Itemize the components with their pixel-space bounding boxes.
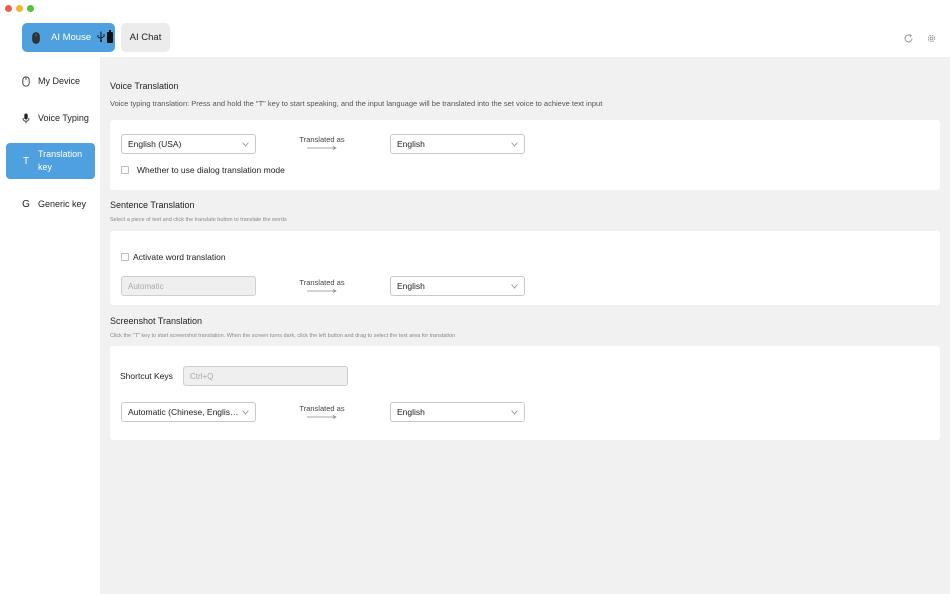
sidebar-item-label: Generic key [38,198,87,209]
tab-ai-mouse[interactable]: AI Mouse [22,23,115,52]
generic-g-icon: G [22,198,30,210]
chevron-down-icon [241,140,249,148]
dialog-mode-label: Whether to use dialog translation mode [137,165,285,175]
translated-as-label: Translated as [299,278,345,287]
voice-translated-as: Translated as [292,135,352,150]
usb-icon [97,31,105,45]
shortcut-keys-value: Ctrl+Q [190,371,214,381]
tab-ai-chat[interactable]: AI Chat [121,23,170,52]
voice-translation-card: English (USA) Translated as English Whet… [110,120,940,190]
screenshot-translated-as: Translated as [292,404,352,419]
screenshot-target-language-value: English [397,407,425,417]
chevron-down-icon [241,408,249,416]
refresh-icon[interactable] [902,32,914,44]
voice-source-language-select[interactable]: English (USA) [121,134,256,154]
sentence-target-language-select[interactable]: English [390,276,525,296]
sidebar: My Device Voice Typing T Translation key… [0,57,100,594]
chevron-down-icon [510,408,518,416]
screenshot-target-language-select[interactable]: English [390,402,525,422]
voice-target-language-value: English [397,139,425,149]
dialog-mode-checkbox[interactable] [121,166,129,174]
tab-ai-mouse-label: AI Mouse [51,32,92,43]
sidebar-item-label: My Device [38,75,81,86]
sidebar-item-voice-typing[interactable]: Voice Typing [6,103,95,133]
sidebar-item-generic-key[interactable]: G Generic key [6,189,95,219]
sentence-source-language-input: Automatic [121,276,256,296]
voice-translation-description: Voice typing translation: Press and hold… [110,99,603,108]
screenshot-translation-title: Screenshot Translation [110,316,203,326]
voice-translation-title: Voice Translation [110,81,179,91]
activate-word-translation-label: Activate word translation [133,252,226,262]
arrow-right-icon [307,415,337,419]
microphone-icon [19,113,33,124]
sentence-translation-title: Sentence Translation [110,200,195,210]
tab-ai-chat-label: AI Chat [129,32,162,43]
arrow-right-icon [307,146,337,150]
mouse-device-icon [31,31,40,44]
sidebar-item-my-device[interactable]: My Device [6,73,95,89]
voice-target-language-select[interactable]: English [390,134,525,154]
screenshot-source-language-select[interactable]: Automatic (Chinese, English, ...) [121,402,256,422]
translated-as-label: Translated as [299,404,345,413]
sentence-translation-description: Select a piece of text and click the tra… [110,217,287,223]
translation-t-icon: T [22,155,30,167]
sentence-source-placeholder: Automatic [128,281,164,291]
sidebar-item-translation-key[interactable]: T Translation key [6,143,95,179]
voice-source-language-value: English (USA) [128,139,182,149]
translated-as-label: Translated as [299,135,345,144]
sentence-translated-as: Translated as [292,278,352,293]
activate-word-translation-checkbox[interactable] [121,253,129,261]
chevron-down-icon [510,282,518,290]
mouse-icon [19,75,33,87]
screenshot-translation-card: Shortcut Keys Ctrl+Q Automatic (Chinese,… [110,346,940,440]
shortcut-keys-input[interactable]: Ctrl+Q [183,366,348,386]
sentence-translation-card: Activate word translation Automatic Tran… [110,231,940,305]
gear-icon[interactable] [925,32,937,44]
sentence-target-language-value: English [397,281,425,291]
arrow-right-icon [307,289,337,293]
screenshot-source-language-value: Automatic (Chinese, English, ...) [128,407,250,417]
app-header: AI Mouse AI Chat [0,0,950,57]
sidebar-item-label: Voice Typing [38,112,89,123]
main-content: Voice Translation Voice typing translati… [100,57,950,594]
chevron-down-icon [510,140,518,148]
sidebar-item-label: Translation key [38,149,83,172]
screenshot-translation-description: Click the "T" key to start screenshot tr… [110,333,456,339]
shortcut-keys-label: Shortcut Keys [120,371,173,381]
battery-icon [107,30,114,43]
